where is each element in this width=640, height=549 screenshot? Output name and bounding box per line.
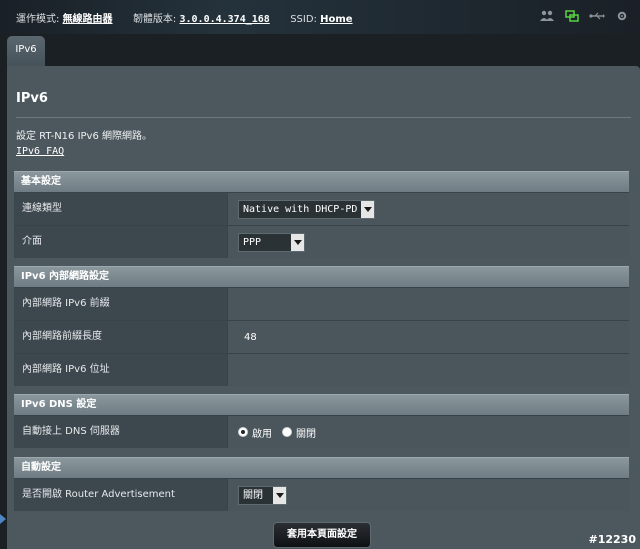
lan-prefix-label: 內部網路 IPv6 前綴 — [14, 288, 227, 320]
interface-value: PPP — [243, 236, 262, 248]
mode-link[interactable]: 無線路由器 — [63, 14, 113, 25]
dns-enable-radio[interactable] — [238, 427, 248, 437]
interface-row: 介面 PPP — [14, 225, 629, 258]
apply-button[interactable]: 套用本頁面設定 — [273, 522, 371, 548]
dns-auto-label: 自動接上 DNS 伺服器 — [14, 416, 227, 448]
top-bar: 運作模式: 無線路由器 韌體版本: 3.0.0.4.374_168 SSID: … — [0, 0, 640, 34]
interface-label: 介面 — [14, 226, 227, 258]
watermark: #12230 — [588, 533, 637, 546]
network-icon[interactable] — [564, 9, 580, 23]
lan-prefix-length-label: 內部網路前綴長度 — [14, 321, 227, 353]
title-divider — [16, 117, 631, 118]
chevron-down-icon — [273, 486, 286, 504]
dns-disable-radio[interactable] — [282, 427, 292, 437]
chevron-down-icon — [361, 200, 375, 218]
interface-select[interactable]: PPP — [238, 232, 305, 252]
lan-prefix-value — [227, 288, 629, 320]
lan-prefix-row: 內部網路 IPv6 前綴 — [14, 287, 629, 320]
people-icon[interactable] — [539, 9, 555, 23]
lan-prefix-length-row: 內部網路前綴長度 48 — [14, 320, 629, 353]
lan-prefix-length-value: 48 — [227, 321, 629, 353]
arrow-right-icon — [0, 514, 6, 524]
dns-disable-label[interactable]: 關閉 — [296, 425, 316, 440]
lan-address-row: 內部網路 IPv6 位址 — [14, 353, 629, 386]
settings-icon[interactable] — [614, 9, 630, 23]
dns-auto-radio-group: 啟用 關閉 — [238, 425, 322, 440]
status-icons — [539, 9, 630, 23]
ssid-link[interactable]: Home — [320, 14, 352, 25]
page-description: 設定 RT-N16 IPv6 網際網路。 — [16, 131, 153, 142]
lan-settings-header: IPv6 內部網路設定 — [14, 266, 629, 287]
ipv6-faq-link[interactable]: IPv6 FAQ — [16, 146, 64, 157]
connection-type-row: 連線類型 Native with DHCP-PD — [14, 192, 629, 225]
firmware-label: 韌體版本: — [132, 14, 177, 25]
connection-type-select[interactable]: Native with DHCP-PD — [238, 199, 376, 219]
chevron-down-icon — [291, 233, 304, 251]
basic-settings-table: 基本設定 連線類型 Native with DHCP-PD 介面 PPP — [14, 171, 629, 258]
router-advertisement-select[interactable]: 關閉 — [238, 485, 287, 505]
page-title: IPv6 — [16, 91, 48, 106]
lan-address-value — [227, 354, 629, 386]
lan-settings-table: IPv6 內部網路設定 內部網路 IPv6 前綴 內部網路前綴長度 48 內部網… — [14, 266, 629, 386]
dns-auto-row: 自動接上 DNS 伺服器 啟用 關閉 — [14, 415, 629, 448]
dns-enable-label[interactable]: 啟用 — [252, 425, 272, 440]
mode-label: 運作模式: — [16, 14, 60, 25]
ssid-label: SSID: — [290, 14, 317, 25]
router-advertisement-row: 是否開啟 Router Advertisement 關閉 — [14, 478, 629, 511]
ipv6-panel: IPv6 設定 RT-N16 IPv6 網際網路。 IPv6 FAQ 基本設定 … — [7, 66, 640, 549]
router-advertisement-label: 是否開啟 Router Advertisement — [14, 479, 227, 511]
usb-icon[interactable] — [589, 9, 605, 23]
connection-type-label: 連線類型 — [14, 193, 227, 225]
router-advertisement-value: 關閉 — [243, 489, 263, 501]
dns-settings-table: IPv6 DNS 設定 自動接上 DNS 伺服器 啟用 關閉 — [14, 394, 629, 448]
status-info: 運作模式: 無線路由器 韌體版本: 3.0.0.4.374_168 SSID: … — [16, 10, 353, 25]
basic-settings-header: 基本設定 — [14, 171, 629, 192]
tab-ipv6[interactable]: IPv6 — [7, 36, 45, 66]
dns-settings-header: IPv6 DNS 設定 — [14, 394, 629, 415]
lan-address-label: 內部網路 IPv6 位址 — [14, 354, 227, 386]
auto-config-table: 自動設定 是否開啟 Router Advertisement 關閉 — [14, 457, 629, 511]
firmware-link[interactable]: 3.0.0.4.374_168 — [180, 14, 270, 25]
auto-config-header: 自動設定 — [14, 457, 629, 478]
connection-type-value: Native with DHCP-PD — [243, 203, 358, 215]
